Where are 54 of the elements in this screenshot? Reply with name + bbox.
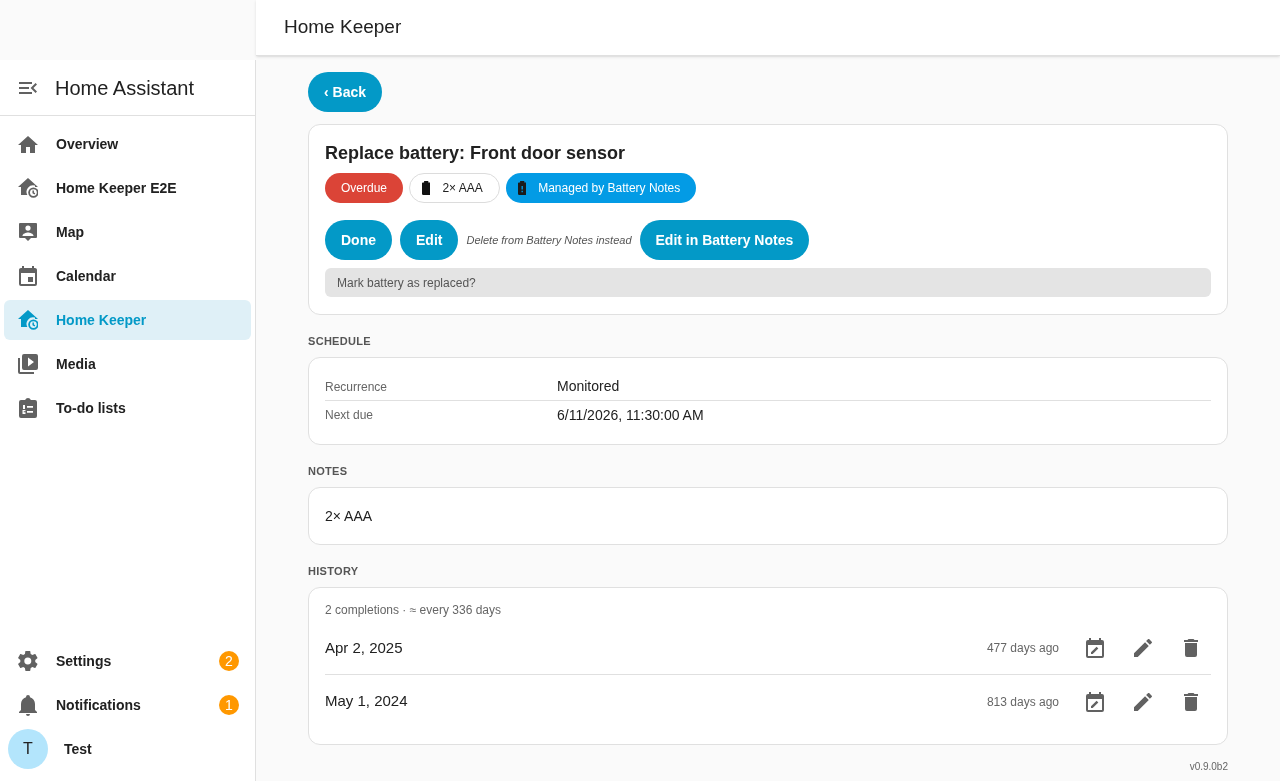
sidebar-item[interactable]: Settings 2 [4, 641, 251, 681]
sidebar-item[interactable]: To-do lists [4, 388, 251, 428]
user-avatar[interactable]: T [8, 729, 48, 769]
play-stack-icon [18, 354, 38, 374]
delete-icon [1184, 692, 1198, 711]
history-date: Apr 2, 2025 [325, 637, 404, 658]
notes-text: 2× AAA [325, 508, 373, 524]
bell-icon [19, 694, 37, 716]
battery-icon [422, 181, 431, 195]
item-label: Notifications [56, 695, 142, 715]
clipboard-list-icon [19, 398, 37, 418]
chip-label: Managed by Battery Notes [538, 180, 681, 197]
field-value: Monitored [557, 377, 621, 396]
delete-icon [1184, 639, 1198, 657]
delete-link[interactable]: Delete from Battery Notes instead [466, 231, 632, 249]
person-marker-icon [19, 223, 37, 241]
home-icon [18, 135, 38, 153]
item-label: Settings [56, 651, 113, 671]
task-title: Replace battery: Front door sensor [325, 142, 627, 165]
calendar-edit-icon [1086, 691, 1104, 712]
sidebar-item[interactable]: Overview [4, 124, 251, 164]
field-value: 6/11/2026, 11:30:00 AM [557, 405, 705, 425]
hint-bar: Mark battery as replaced? [325, 268, 1211, 297]
calendar-edit-icon [1086, 638, 1104, 658]
sidebar-item[interactable]: Notifications 1 [4, 685, 251, 725]
history-date: May 1, 2024 [325, 691, 409, 712]
battery-alert-icon [517, 181, 527, 195]
days-ago: 813 days ago [986, 693, 1059, 711]
status-chip: Overdue [325, 173, 404, 203]
pencil-icon [1133, 639, 1153, 657]
section-heading: HISTORY [308, 564, 360, 579]
chip-label: 2× AAA [442, 180, 483, 197]
gear-icon [18, 651, 38, 671]
section-heading: NOTES [308, 464, 349, 479]
section-heading: SCHEDULE [308, 334, 372, 349]
sidebar-item[interactable]: Map [4, 212, 251, 252]
house-clock-icon [17, 178, 39, 198]
page-title: Home Keeper [284, 15, 402, 40]
history-summary: 2 completions · ≈ every 336 days [325, 603, 502, 617]
sidebar-item[interactable]: Home Keeper E2E [4, 168, 251, 208]
pencil-icon [1133, 692, 1153, 711]
field-label: Next due [325, 407, 375, 424]
sidebar-title: Home Assistant [55, 75, 194, 101]
house-clock-icon [17, 310, 39, 330]
menu-icon [19, 81, 37, 94]
days-ago: 477 days ago [986, 640, 1059, 657]
field-label: Recurrence [325, 378, 389, 396]
user-name[interactable]: Test [64, 738, 92, 760]
count-badge: 2 [219, 651, 239, 671]
sidebar-item[interactable]: Calendar [4, 256, 251, 296]
sidebar-item[interactable]: Media [4, 344, 251, 384]
count-badge: 1 [219, 695, 239, 715]
version-text: v0.9.0b2 [1189, 761, 1228, 773]
calendar-icon [19, 266, 37, 286]
